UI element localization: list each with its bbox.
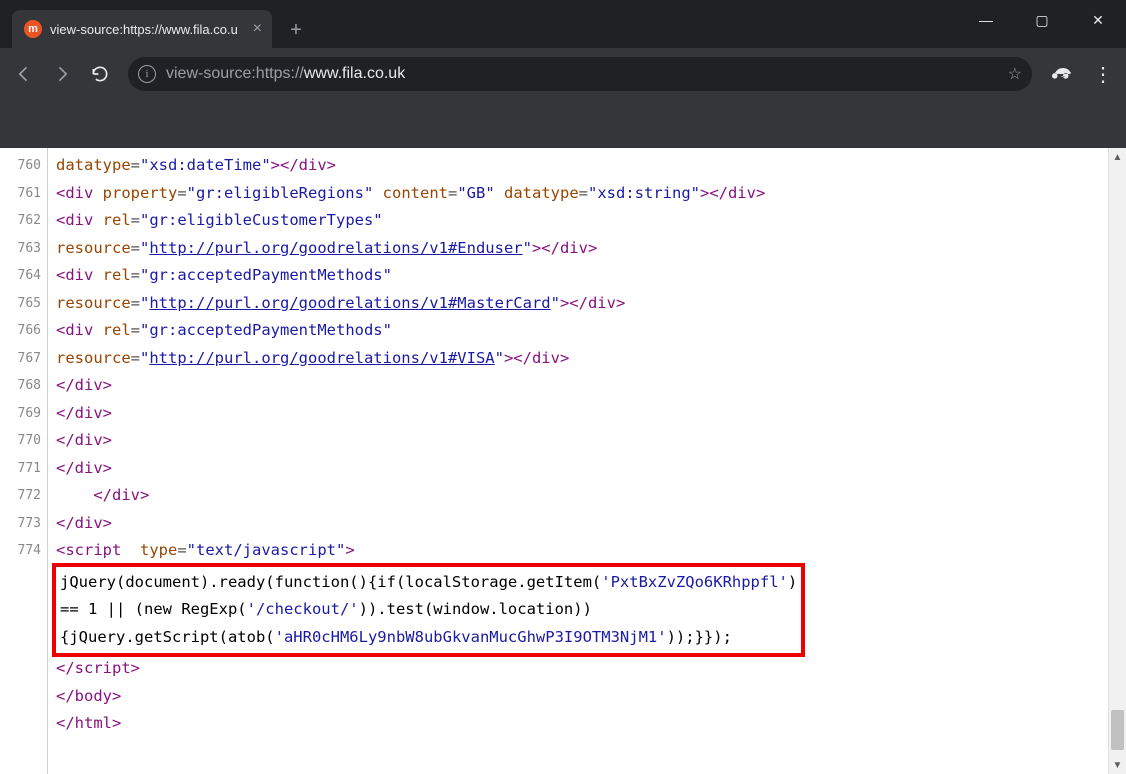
back-button[interactable] <box>6 56 42 92</box>
window-controls: — ▢ ✕ <box>958 0 1126 40</box>
site-info-icon[interactable]: i <box>138 65 156 83</box>
new-tab-button[interactable]: + <box>282 16 310 44</box>
kebab-menu-icon[interactable]: ⋮ <box>1086 57 1120 91</box>
scroll-thumb[interactable] <box>1111 710 1124 750</box>
browser-tab[interactable]: m view-source:https://www.fila.co.u × <box>12 10 272 48</box>
tab-title: view-source:https://www.fila.co.u <box>50 22 243 37</box>
reload-button[interactable] <box>82 56 118 92</box>
source-view: 7607617627637647657667677687697707717727… <box>0 148 1126 774</box>
address-bar[interactable]: i view-source:https://www.fila.co.uk ☆ <box>128 57 1032 91</box>
bookmark-star-icon[interactable]: ☆ <box>1008 64 1022 84</box>
scroll-down-icon[interactable]: ▼ <box>1109 756 1126 774</box>
favicon-icon: m <box>24 20 42 38</box>
minimize-button[interactable]: — <box>958 0 1014 40</box>
maximize-button[interactable]: ▢ <box>1014 0 1070 40</box>
toolbar: i view-source:https://www.fila.co.uk ☆ ⋮ <box>0 48 1126 100</box>
tab-close-icon[interactable]: × <box>253 20 262 38</box>
forward-button[interactable] <box>44 56 80 92</box>
incognito-icon[interactable] <box>1046 57 1080 91</box>
vertical-scrollbar[interactable]: ▲ ▼ <box>1108 148 1126 774</box>
source-code[interactable]: datatype="xsd:dateTime"></div> <div prop… <box>48 148 1108 774</box>
toolbar-right: ⋮ <box>1046 57 1120 91</box>
toolbar-spacer <box>0 100 1126 148</box>
titlebar: m view-source:https://www.fila.co.u × + … <box>0 0 1126 48</box>
close-window-button[interactable]: ✕ <box>1070 0 1126 40</box>
scroll-up-icon[interactable]: ▲ <box>1109 148 1126 166</box>
line-number-gutter: 7607617627637647657667677687697707717727… <box>0 148 48 774</box>
url-text: view-source:https://www.fila.co.uk <box>166 65 405 83</box>
